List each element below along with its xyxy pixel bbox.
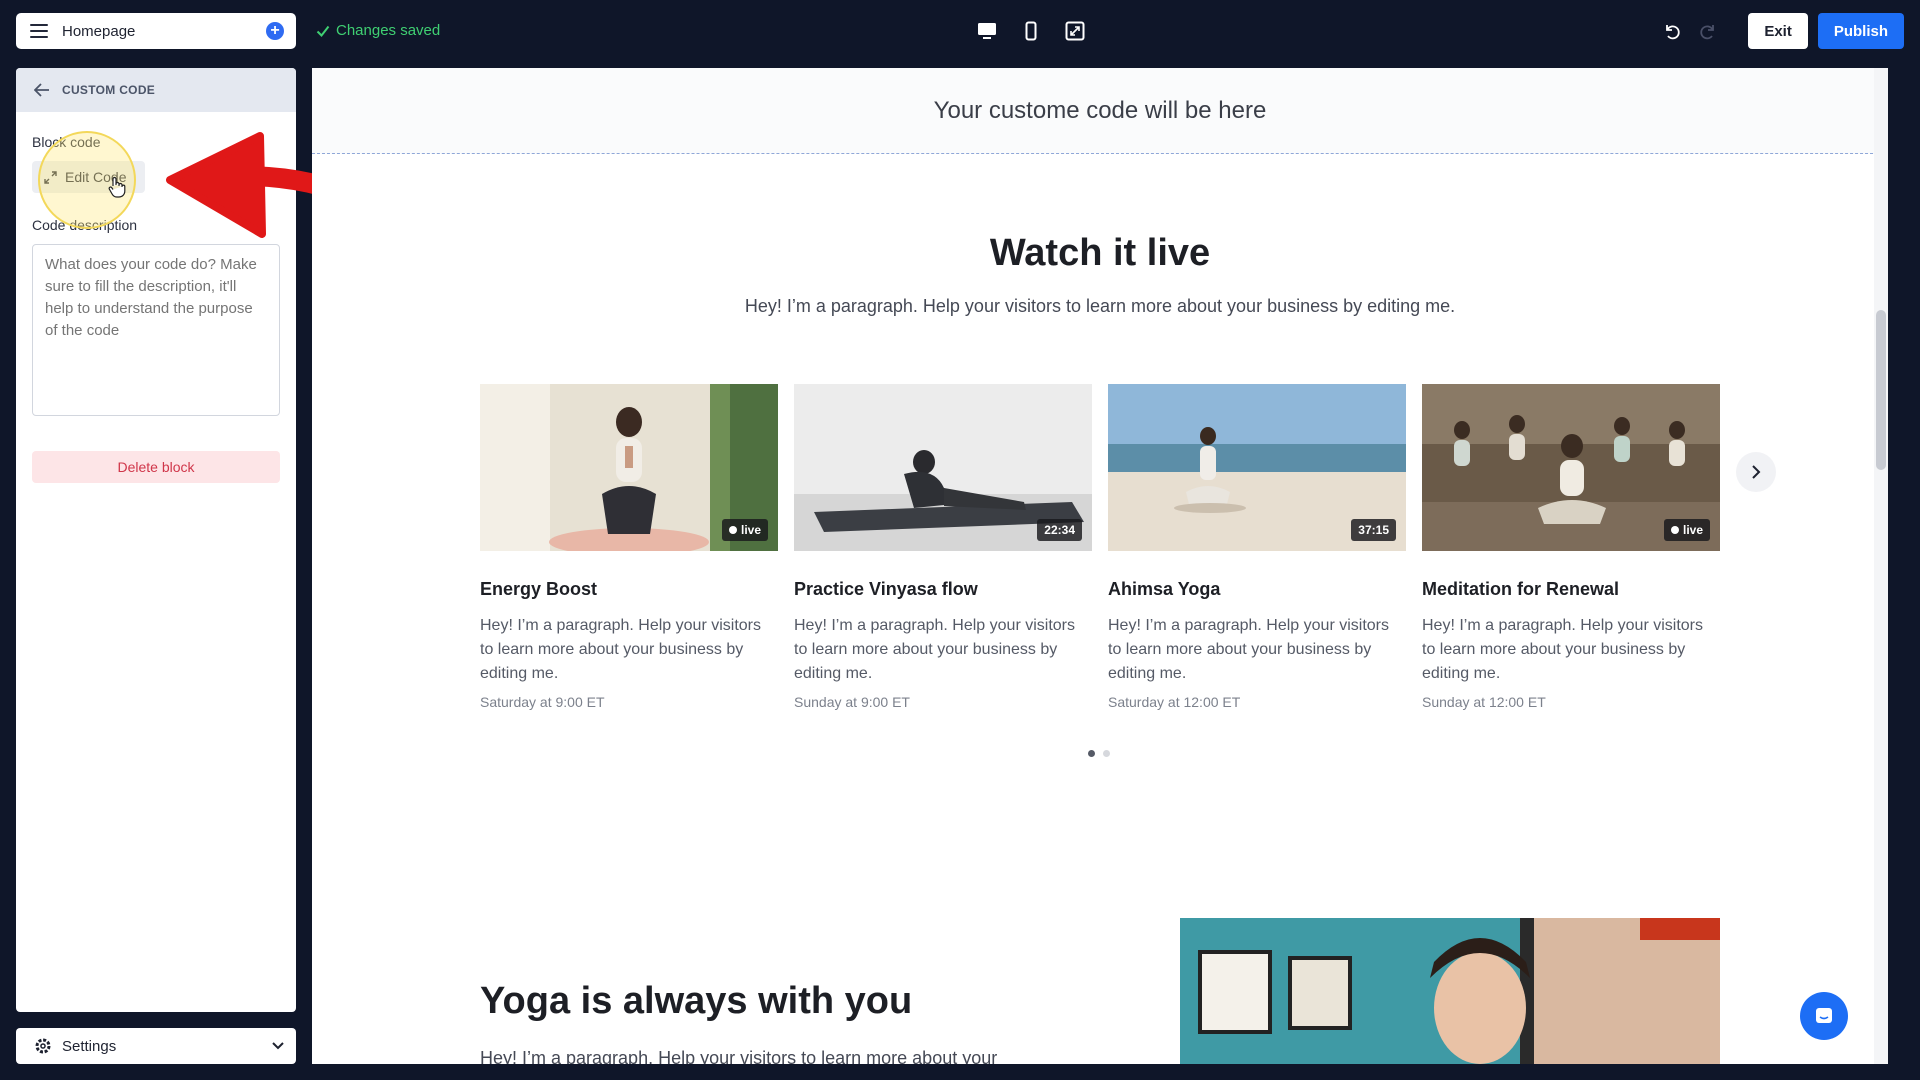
- hand-cursor-icon: [108, 176, 126, 198]
- gear-icon: [35, 1038, 51, 1054]
- yoga-heading: Yoga is always with you: [480, 980, 913, 1022]
- settings-label: Settings: [62, 1037, 117, 1055]
- panel-title: CUSTOM CODE: [62, 83, 156, 97]
- redo-icon[interactable]: [1696, 19, 1720, 43]
- save-status-text: Changes saved: [336, 22, 441, 39]
- video-description: Hey! I’m a paragraph. Help your visitors…: [480, 617, 761, 682]
- yoga-image[interactable]: [1180, 918, 1720, 1064]
- custom-code-block[interactable]: Your custome code will be here: [312, 68, 1888, 154]
- video-thumbnail[interactable]: live: [1422, 384, 1720, 551]
- carousel-pagination: [1088, 750, 1110, 757]
- watch-live-paragraph: Hey! I’m a paragraph. Help your visitors…: [744, 296, 1456, 316]
- live-badge: live: [1663, 519, 1710, 541]
- video-description: Hey! I’m a paragraph. Help your visitors…: [1108, 617, 1389, 682]
- video-schedule: Saturday at 9:00 ET: [480, 694, 605, 710]
- pagination-dot[interactable]: [1103, 750, 1110, 757]
- chat-support-button[interactable]: [1800, 992, 1848, 1040]
- save-status: Changes saved: [316, 22, 440, 39]
- top-actions: Exit Publish: [1660, 13, 1904, 49]
- live-badge: live: [721, 519, 768, 541]
- video-thumbnail[interactable]: live: [480, 384, 778, 551]
- video-description: Hey! I’m a paragraph. Help your visitors…: [794, 617, 1075, 682]
- video-title: Energy Boost: [480, 579, 598, 599]
- check-icon: [316, 25, 330, 37]
- page-selector[interactable]: Homepage +: [16, 13, 296, 49]
- chat-icon: [1816, 1008, 1832, 1023]
- settings-bar[interactable]: Settings: [16, 1028, 296, 1064]
- chevron-down-icon[interactable]: [272, 1042, 284, 1050]
- video-title: Meditation for Renewal: [1422, 579, 1620, 599]
- video-description: Hey! I’m a paragraph. Help your visitors…: [1422, 617, 1703, 682]
- page-canvas: Your custome code will be here Watch it …: [312, 68, 1888, 1064]
- video-schedule: Sunday at 12:00 ET: [1422, 694, 1546, 710]
- fullscreen-icon[interactable]: [1064, 20, 1086, 42]
- video-schedule: Sunday at 9:00 ET: [794, 694, 910, 710]
- video-title: Practice Vinyasa flow: [794, 579, 978, 599]
- pagination-dot[interactable]: [1088, 750, 1095, 757]
- video-card[interactable]: live Meditation for Renewal Hey! I’m a p…: [1422, 384, 1720, 710]
- custom-code-placeholder: Your custome code will be here: [933, 96, 1267, 124]
- menu-icon[interactable]: [30, 24, 48, 38]
- back-arrow-icon[interactable]: [34, 83, 50, 97]
- exit-button[interactable]: Exit: [1748, 13, 1808, 49]
- publish-button[interactable]: Publish: [1817, 13, 1904, 49]
- chevron-right-icon: [1752, 465, 1761, 479]
- video-card[interactable]: live Energy Boost Hey! I’m a paragraph. …: [480, 384, 778, 710]
- top-bar: Homepage + Changes saved Exit Publish: [0, 0, 1920, 64]
- device-switcher: [976, 20, 1086, 42]
- video-thumbnail[interactable]: 22:34: [794, 384, 1092, 551]
- panel-header: CUSTOM CODE: [16, 68, 296, 112]
- delete-block-button[interactable]: Delete block: [32, 451, 280, 483]
- desktop-view-icon[interactable]: [976, 20, 998, 42]
- mobile-view-icon[interactable]: [1020, 20, 1042, 42]
- video-card[interactable]: 37:15 Ahimsa Yoga Hey! I’m a paragraph. …: [1108, 384, 1406, 710]
- add-page-icon[interactable]: +: [266, 22, 284, 40]
- duration-badge: 37:15: [1351, 519, 1396, 541]
- watch-live-heading: Watch it live: [989, 232, 1211, 274]
- carousel-next-button[interactable]: [1736, 452, 1776, 492]
- yoga-paragraph: Hey! I’m a paragraph. Help your visitors…: [480, 1048, 998, 1064]
- video-card[interactable]: 22:34 Practice Vinyasa flow Hey! I’m a p…: [794, 384, 1092, 710]
- scrollbar-thumb[interactable]: [1876, 310, 1886, 470]
- video-thumbnail[interactable]: 37:15: [1108, 384, 1406, 551]
- canvas-scrollbar[interactable]: [1874, 68, 1888, 1064]
- page-name: Homepage: [62, 22, 136, 40]
- duration-badge: 22:34: [1037, 519, 1082, 541]
- video-schedule: Saturday at 12:00 ET: [1108, 694, 1241, 710]
- video-title: Ahimsa Yoga: [1108, 579, 1221, 599]
- undo-icon[interactable]: [1660, 19, 1684, 43]
